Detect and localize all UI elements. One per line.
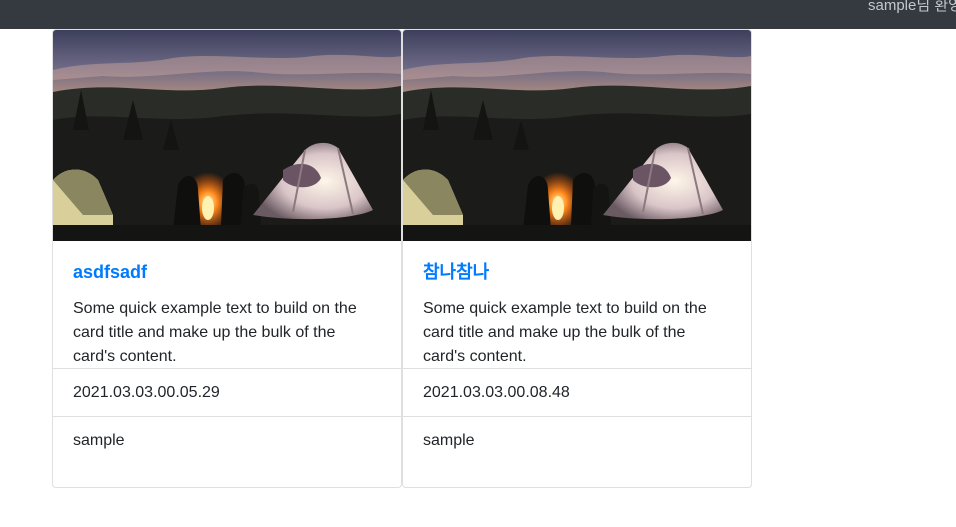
card-title-link[interactable]: 참나참나: [423, 261, 731, 283]
card-title-link[interactable]: asdfsadf: [73, 261, 381, 283]
card-author: sample: [53, 416, 401, 464]
navbar-welcome-text: sample님 환영: [868, 0, 956, 14]
card-text: Some quick example text to build on the …: [73, 300, 357, 365]
camping-tent-night-photo: [53, 30, 401, 241]
card: 참나참나 Some quick example text to build on…: [402, 29, 752, 488]
card-body: 참나참나 Some quick example text to build on…: [403, 241, 751, 368]
navbar: sample님 환영: [0, 0, 956, 29]
card-text: Some quick example text to build on the …: [423, 300, 707, 365]
card-body: asdfsadf Some quick example text to buil…: [53, 241, 401, 368]
card-date: 2021.03.03.00.05.29: [53, 368, 401, 416]
camping-tent-night-photo: [403, 30, 751, 241]
card-list: asdfsadf Some quick example text to buil…: [52, 29, 752, 488]
card-author: sample: [403, 416, 751, 464]
card: asdfsadf Some quick example text to buil…: [52, 29, 402, 488]
card-date: 2021.03.03.00.08.48: [403, 368, 751, 416]
